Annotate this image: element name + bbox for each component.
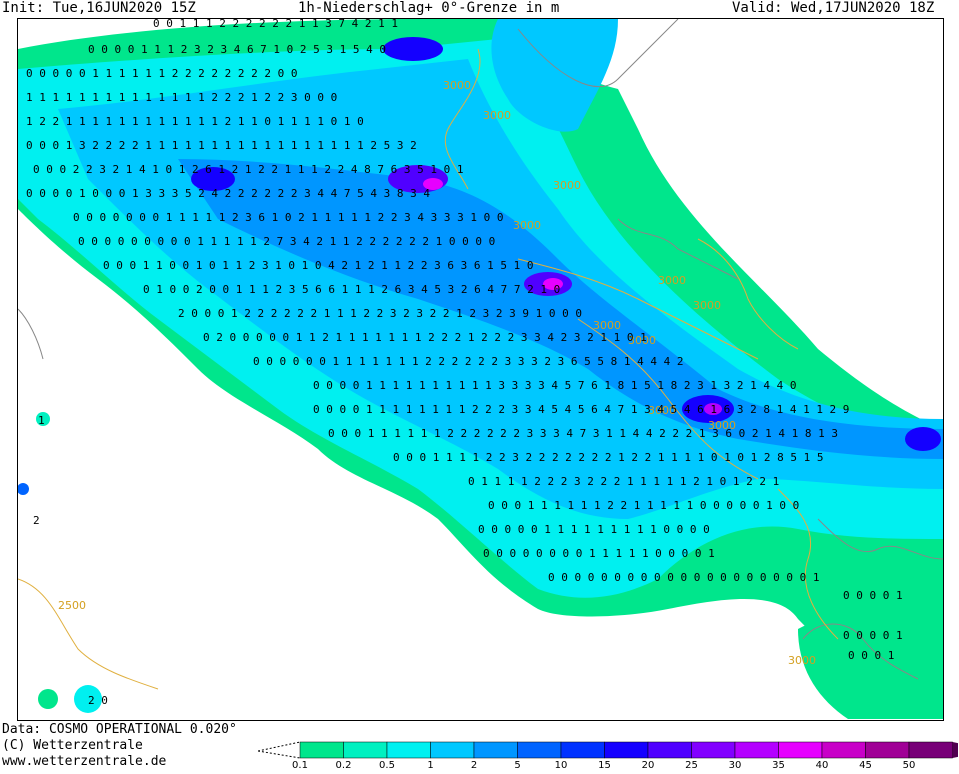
- legend-label: 40: [816, 760, 829, 770]
- legend-label: 20: [642, 760, 655, 770]
- valid-time-label: Valid: Wed,17JUN2020 18Z: [732, 0, 935, 16]
- legend-swatch: [734, 741, 779, 759]
- precip-value-row: 0 0 0 2 2 3 2 1 4 1 0 1 2 6 1 2 1 2 2 1 …: [33, 163, 463, 176]
- legend-label: 45: [859, 760, 872, 770]
- precip-value-row: 2: [33, 514, 40, 527]
- legend-swatch: [865, 741, 910, 759]
- legend-swatch: [821, 741, 866, 759]
- legend-swatch: [560, 741, 605, 759]
- legend-label: 0.5: [379, 760, 395, 770]
- precip-value-row: 0 1 0 0 2 0 0 1 1 1 2 3 5 6 6 1 1 1 2 6 …: [143, 283, 560, 296]
- contour-label: 3000: [553, 179, 581, 192]
- precip-value-row: 2 0 0 0 1 2 2 2 2 2 2 1 1 1 2 2 3 2 3 2 …: [178, 307, 582, 320]
- legend-arrow-start: [257, 741, 301, 759]
- precip-value-row: 0 0 1 1 1 2 2 2 2 2 2 1 1 3 7 4 2 1 1: [153, 19, 398, 30]
- precip-value-row: 0 0 0 1 1 1 1 1 1 2 2 2 2 2 2 3 3 3 4 7 …: [328, 427, 838, 440]
- website-label: www.wetterzentrale.de: [2, 754, 167, 769]
- map-canvas: 3000300030003000300030003000300030003000…: [18, 19, 943, 719]
- legend-swatch: [517, 741, 562, 759]
- precip-value-row: 0 0 0 0 1 1 1 2 3 2 3 4 6 7 1 0 2 5 3 1 …: [88, 43, 386, 56]
- precip-value-row: 0 0 0 0 1 1 1 1 1 1 1 1 2 2 2 3 3 4 5 4 …: [313, 403, 849, 416]
- legend-label: 35: [772, 760, 785, 770]
- precip-value-row: 0 1 1 1 1 2 2 2 3 2 2 2 1 1 1 1 1 2 1 0 …: [468, 475, 779, 488]
- precip-value-row: 0 0 0 0 1 0 0 0 1 3 3 3 5 2 4 2 2 2 2 2 …: [26, 187, 430, 200]
- init-time-label: Init: Tue,16JUN2020 15Z: [2, 0, 196, 16]
- legend-label: 0.2: [336, 760, 352, 770]
- precip-value-row: 0 0 0 1: [848, 649, 894, 662]
- legend-swatch: [778, 741, 823, 759]
- precip-value-row: 0 2 0 0 0 0 0 1 1 2 1 1 1 1 1 1 1 2 2 2 …: [203, 331, 647, 344]
- contour-label: 3000: [443, 79, 471, 92]
- precip-value-row: 1 1 1 1 1 1 1 1 1 1 1 1 1 1 2 2 2 1 2 2 …: [26, 91, 337, 104]
- precip-cell: [905, 427, 941, 451]
- precip-value-row: 0 0 0 0 1 1 1 1 1 1 1 1 1 1 3 3 3 3 4 5 …: [313, 379, 796, 392]
- legend-swatch: [299, 741, 344, 759]
- precip-value-row: 0 0 0 1 3 2 2 2 2 1 1 1 1 1 1 1 1 1 1 1 …: [26, 139, 417, 152]
- map-title: 1h-Niederschlag+ 0°-Grenze in m: [298, 0, 560, 16]
- precip-value-row: 1 2 2 1 1 1 1 1 1 1 1 1 1 1 1 2 1 1 0 1 …: [26, 115, 364, 128]
- precip-value-row: 0 0 0 0 0 0 0 0 1 1 1 1 1 0 0 0 0 1: [483, 547, 715, 560]
- coastline: [18, 308, 44, 360]
- contour-label: 3000: [658, 274, 686, 287]
- legend-swatch: [691, 741, 736, 759]
- precip-value-row: 0 0 0 0 1: [843, 629, 903, 642]
- legend-swatch: [647, 741, 692, 759]
- legend-label: 30: [729, 760, 742, 770]
- precip-value-row: 0 0 0 0 0 0 1 1 1 1 1 1 1 2 2 2 2 2 2 3 …: [253, 355, 683, 368]
- precipitation-map: 3000 3000 3000 3000 3000 3000 3000 3000 3000 3000…: [17, 18, 944, 721]
- contour-label: 3000: [513, 219, 541, 232]
- legend-arrow-end: [952, 742, 959, 758]
- precip-value-row: 0 0 0 0 0 1 1 1 1 1 1 1 1 1 0 0 0 0: [478, 523, 710, 536]
- precip-value-row: 0 0 0 0 0 1 1 1 1 1 1 2 2 2 2 2 2 2 2 0 …: [26, 67, 298, 80]
- copyright-label: (C) Wetterzentrale: [2, 738, 143, 753]
- legend-label: 1: [427, 760, 433, 770]
- precip-value-row: 0 0 0 0 0 0 0 1 1 1 1 1 2 3 6 1 0 2 1 1 …: [73, 211, 503, 224]
- precip-value-row: 2 0: [88, 694, 108, 707]
- precip-cell: [18, 483, 29, 495]
- precip-cell: [383, 37, 443, 61]
- precip-value-row: 0 0 0 1 1 0 0 1 0 1 1 2 3 1 0 1 0 4 2 1 …: [103, 259, 533, 272]
- legend-label: 10: [555, 760, 568, 770]
- data-source-label: Data: COSMO OPERATIONAL 0.020°: [2, 722, 237, 737]
- legend-swatch: [473, 741, 518, 759]
- contour-label: 3000: [693, 299, 721, 312]
- legend-swatch: [386, 741, 431, 759]
- legend-swatch: [343, 741, 388, 759]
- precip-legend: 0.1 0.2 0.5 1 2 5 10 15 20 25 30 35 40 45 50: [257, 740, 959, 771]
- contour-label: 2500: [58, 599, 86, 612]
- contour-label: 3000: [788, 654, 816, 667]
- legend-scale: 0.1 0.2 0.5 1 2 5 10 15 20 25 30 35 40 45 50: [257, 741, 959, 771]
- precip-cell: [38, 689, 58, 709]
- legend-label: 25: [685, 760, 698, 770]
- freezing-level-contour: [18, 578, 159, 690]
- legend-swatch: [908, 741, 953, 759]
- legend-label: 2: [471, 760, 477, 770]
- precip-value-row: 0 0 0 1 1 1 1 2 2 3 2 2 2 2 2 2 2 1 2 2 …: [393, 451, 823, 464]
- precip-value-row: 0 0 0 0 1: [843, 589, 903, 602]
- precip-value-row: 0 0 0 0 0 0 0 0 0 0 0 0 0 0 0 0 0 0 0 0 …: [548, 571, 820, 584]
- contour-label: 3000: [483, 109, 511, 122]
- legend-label: 15: [598, 760, 611, 770]
- legend-label: 0.1: [292, 760, 308, 770]
- precip-value-row: 0 0 0 0 0 0 0 0 0 1 1 1 1 1 2 7 3 4 2 1 …: [78, 235, 495, 248]
- legend-swatch: [604, 741, 649, 759]
- legend-label: 5: [514, 760, 520, 770]
- legend-label: 50: [903, 760, 916, 770]
- precip-value-row: 1: [38, 414, 45, 427]
- precip-value-row: 0 0 0 1 1 1 1 1 1 2 2 1 1 1 1 1 0 0 0 0 …: [488, 499, 799, 512]
- legend-swatch: [430, 741, 475, 759]
